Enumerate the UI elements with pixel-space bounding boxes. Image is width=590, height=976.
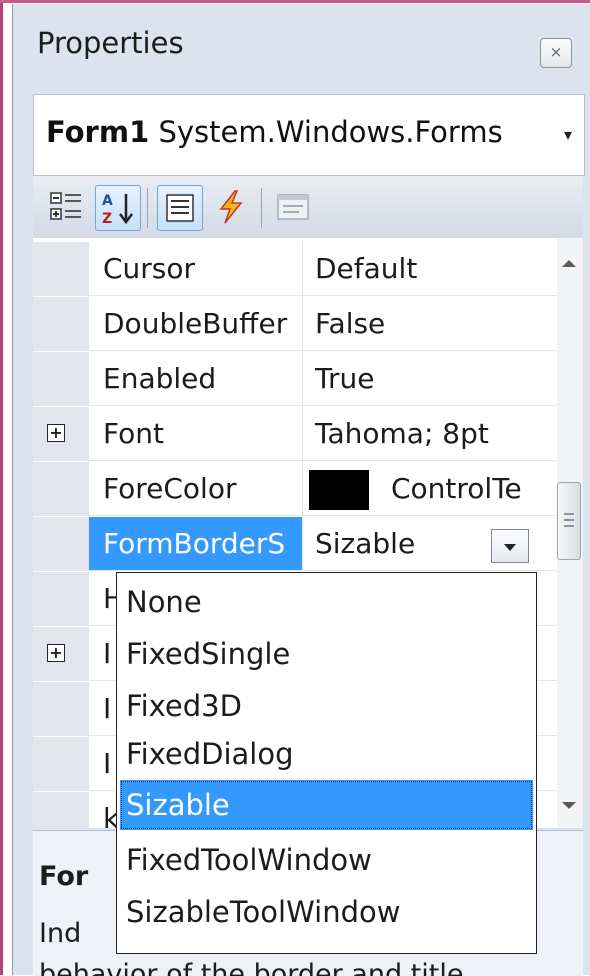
grip-line [564,525,574,527]
dropdown-option-none[interactable]: None [120,577,533,627]
dropdown-option-sizable[interactable]: Sizable [120,780,533,830]
object-type: System.Windows.Forms [158,115,503,149]
dropdown-option-fixeddialog[interactable]: FixedDialog [120,729,533,779]
property-row-doublebuffer[interactable]: DoubleBuffer False [33,297,557,351]
events-button[interactable] [209,185,253,229]
property-name: Cursor [89,242,303,296]
row-gutter: + [33,627,89,681]
vertical-scrollbar[interactable] [557,238,583,828]
dropdown-option-fixedtoolwindow[interactable]: FixedToolWindow [120,835,533,885]
properties-icon [166,194,194,222]
row-gutter [33,352,89,406]
toolbar-separator [147,188,148,228]
toolbar-separator [261,188,262,228]
description-line: behavior of the border and title ... [39,959,498,976]
property-pages-icon [277,194,309,220]
row-gutter [33,792,89,828]
property-name: FormBorderS [89,517,303,571]
property-name: ForeColor [89,462,303,516]
row-gutter [33,572,89,626]
svg-text:Z: Z [102,211,112,227]
property-row-font[interactable]: + Font Tahoma; 8pt [33,407,557,461]
panel-title: Properties [37,26,184,60]
property-value[interactable]: Tahoma; 8pt [303,407,557,461]
row-gutter [33,682,89,736]
color-name: ControlTe [391,472,522,505]
alphabetical-button[interactable]: A Z [95,185,141,231]
object-name: Form1 [46,115,150,149]
window-frame-top [0,0,590,3]
value-dropdown-button[interactable] [491,529,529,563]
object-selector-label: Form1 System.Windows.Forms [46,115,503,149]
dropdown-option-fixed3d[interactable]: Fixed3D [120,681,533,731]
property-value[interactable]: ControlTe [303,462,557,516]
row-gutter [33,517,89,571]
border-style-dropdown-list[interactable]: None FixedSingle Fixed3D FixedDialog Siz… [116,572,537,954]
property-value[interactable]: Default [303,242,557,296]
row-gutter [33,462,89,516]
property-name: DoubleBuffer [89,297,303,351]
grip-line [564,513,574,515]
window-frame-left [0,0,3,975]
scroll-down-icon[interactable] [562,802,576,809]
row-gutter [33,242,89,296]
expand-icon[interactable]: + [47,424,65,442]
properties-button[interactable] [157,185,203,231]
close-icon: × [549,43,563,61]
close-button[interactable]: × [540,38,572,68]
property-row-enabled[interactable]: Enabled True [33,352,557,406]
scroll-thumb[interactable] [557,482,581,560]
categorized-button[interactable] [45,185,89,229]
property-row-cursor[interactable]: Cursor Default [33,242,557,296]
row-gutter [33,297,89,351]
categorized-icon [50,192,81,220]
scroll-up-icon[interactable] [562,260,576,267]
property-row-formborderstyle[interactable]: FormBorderS Sizable [33,517,557,571]
svg-text:A: A [102,193,113,209]
alphabetical-icon: A Z [102,193,133,227]
events-icon [219,190,243,224]
color-swatch [309,470,369,510]
panel-titlebar: Properties × [13,4,590,88]
chevron-down-icon[interactable]: ▾ [556,117,580,153]
description-title: For [39,861,89,892]
expand-icon[interactable]: + [47,644,65,662]
dropdown-option-sizabletoolwindow[interactable]: SizableToolWindow [120,887,533,937]
chevron-down-icon [504,544,516,551]
property-pages-button[interactable] [271,185,315,229]
properties-panel: Properties × Form1 System.Windows.Forms … [12,4,590,976]
property-name: Enabled [89,352,303,406]
property-name: Font [89,407,303,461]
grip-line [564,519,574,521]
property-value[interactable]: False [303,297,557,351]
properties-toolbar: A Z [33,176,583,239]
dropdown-option-fixedsingle[interactable]: FixedSingle [120,629,533,679]
row-gutter [33,737,89,791]
property-row-forecolor[interactable]: ForeColor ControlTe [33,462,557,516]
row-gutter: + [33,407,89,461]
object-selector[interactable]: Form1 System.Windows.Forms ▾ [33,94,585,176]
property-value[interactable]: True [303,352,557,406]
